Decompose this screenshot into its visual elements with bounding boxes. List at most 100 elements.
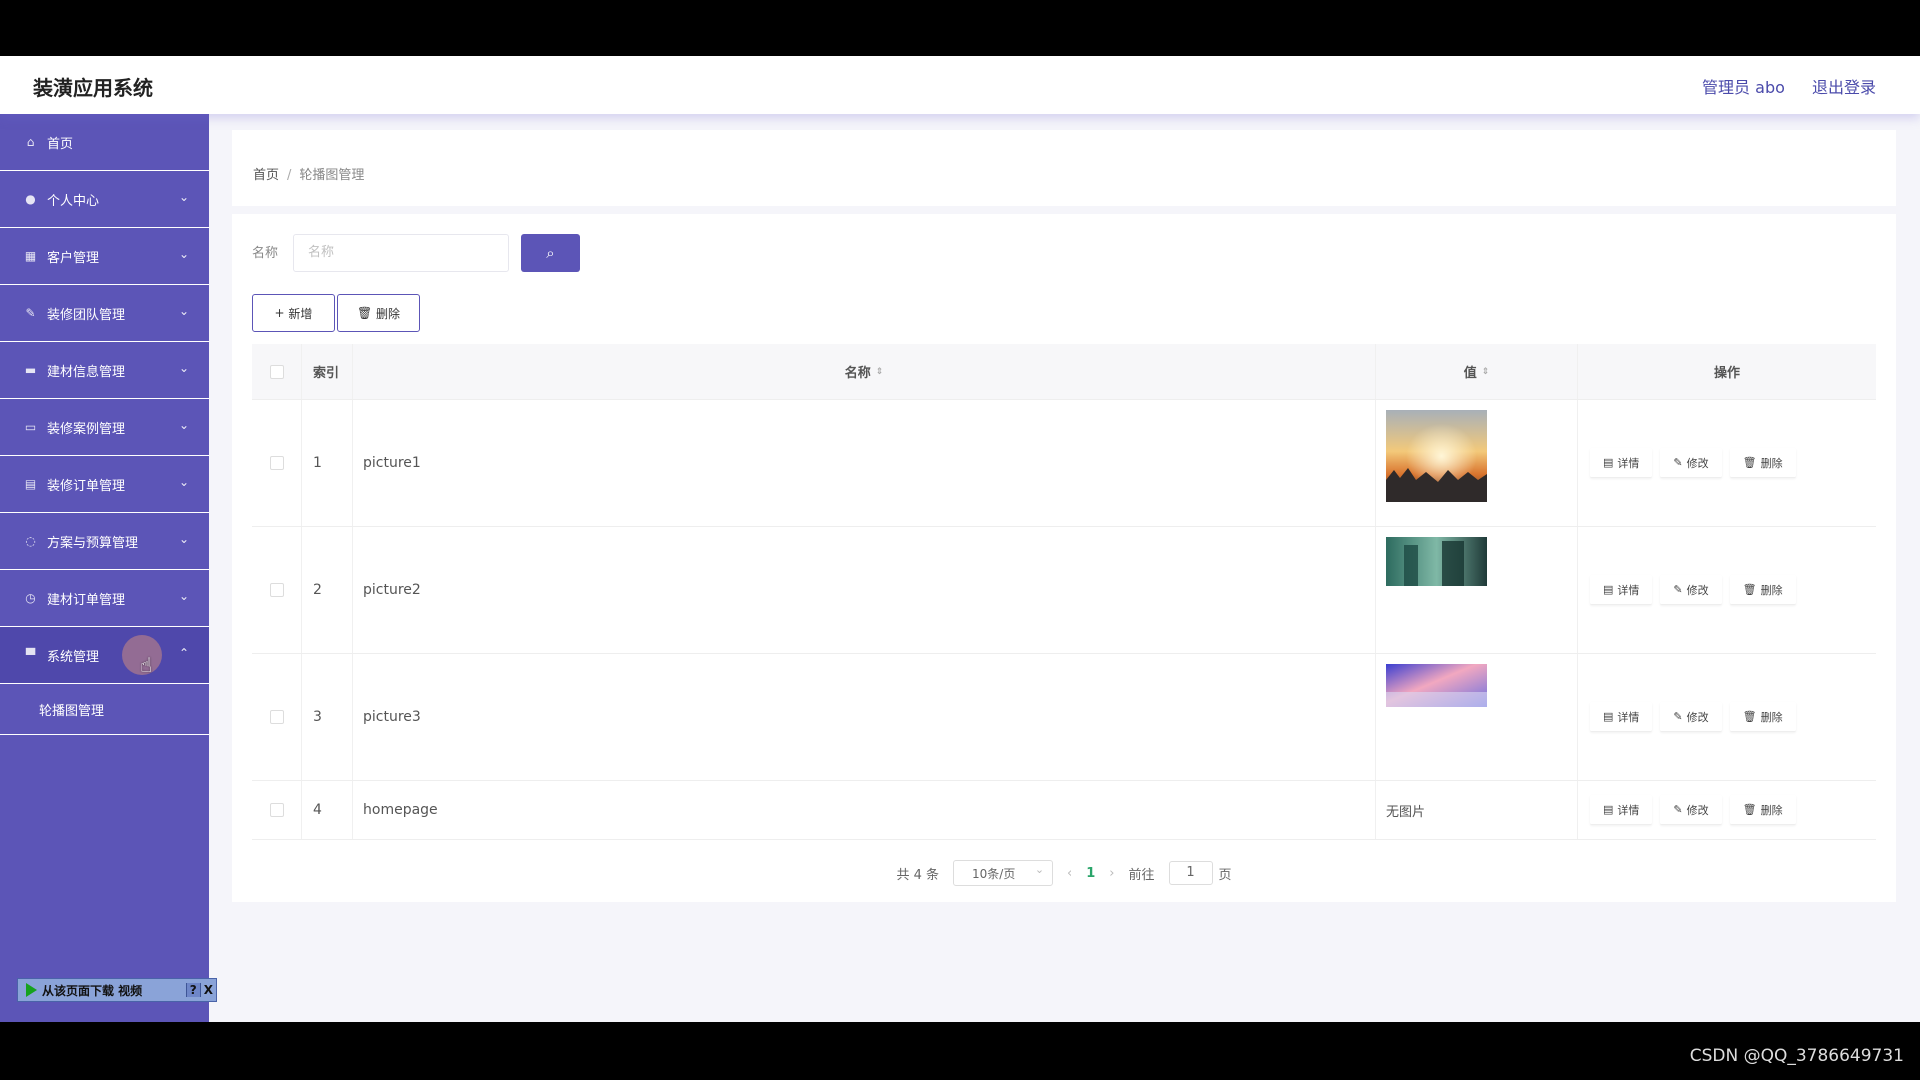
page-size-select[interactable]: 10条/页	[953, 860, 1054, 886]
row-checkbox[interactable]	[269, 583, 284, 597]
edit-button[interactable]: ✎ 修改	[1660, 575, 1722, 605]
delete-button[interactable]: 🗑 删除	[1729, 575, 1796, 605]
detail-button[interactable]: ▤ 详情	[1590, 702, 1653, 732]
edit-button-label: 修改	[1686, 456, 1709, 470]
batch-delete-button[interactable]: 🗑 删除	[337, 294, 420, 332]
sidebar-item-materials[interactable]: ▬ 建材信息管理 ⌄	[0, 342, 209, 399]
sidebar-subitem-carousel[interactable]: 轮播图管理	[0, 684, 209, 735]
clock-icon: ◷	[25, 591, 36, 605]
page-size-value: 10条/页	[972, 866, 1016, 881]
goto-page-input[interactable]: 1	[1168, 861, 1213, 885]
chevron-down-icon: ⌄	[178, 190, 189, 204]
search-button[interactable]: ⌕	[521, 234, 580, 272]
user-icon: ●	[25, 192, 36, 206]
add-button[interactable]: + 新增	[252, 294, 335, 332]
prev-page-icon[interactable]: ‹	[1067, 866, 1072, 881]
sidebar-item-home[interactable]: ⌂ 首页	[0, 114, 209, 171]
edit-button-label: 修改	[1686, 583, 1709, 597]
delete-button-label: 删除	[1760, 803, 1783, 817]
edit-button[interactable]: ✎ 修改	[1660, 702, 1722, 732]
sidebar-subitem-label: 轮播图管理	[39, 703, 105, 719]
sidebar-item-system[interactable]: ▀ 系统管理 ⌃ ☝	[0, 627, 209, 684]
sidebar-item-label: 建材信息管理	[47, 364, 126, 380]
video-download-bar[interactable]: 从该页面下载 视频 ? X	[17, 978, 217, 1002]
sidebar-item-label: 建材订单管理	[47, 592, 126, 608]
cell-index: 2	[302, 527, 353, 653]
close-icon[interactable]: X	[199, 983, 216, 997]
sidebar-item-material-orders[interactable]: ◷ 建材订单管理 ⌄	[0, 570, 209, 627]
trash-icon: 🗑	[356, 306, 377, 320]
delete-button-label: 删除	[376, 306, 401, 321]
cell-name: picture2	[353, 527, 1376, 653]
monitor-icon: ▀	[25, 648, 36, 662]
help-icon[interactable]: ?	[185, 983, 200, 997]
plus-icon: +	[274, 306, 289, 320]
breadcrumb-card: 首页 / 轮播图管理	[232, 130, 1896, 206]
select-all-checkbox[interactable]	[269, 364, 284, 379]
sidebar: ⌂ 首页 ● 个人中心 ⌄ ▦ 客户管理 ⌄ ✎ 装修团队管理 ⌄ ▬ 建材信息…	[0, 114, 209, 1022]
chevron-up-icon: ⌃	[178, 646, 189, 660]
detail-button-label: 详情	[1617, 803, 1640, 817]
search-icon: ⌕	[546, 244, 555, 262]
breadcrumb-home[interactable]: 首页	[253, 168, 279, 183]
breadcrumb-current: 轮播图管理	[299, 168, 365, 183]
table-header: 索引 名称 ⇕ 值 ⇕ 操作	[252, 344, 1876, 400]
row-checkbox[interactable]	[269, 710, 284, 724]
delete-button[interactable]: 🗑 删除	[1729, 795, 1796, 825]
edit-button[interactable]: ✎ 修改	[1660, 448, 1722, 478]
add-button-label: 新增	[288, 306, 313, 321]
briefcase-icon: ▭	[24, 420, 37, 434]
header-name[interactable]: 名称 ⇕	[353, 344, 1376, 399]
pagination: 共 4 条 10条/页 ‹ 1 › 前往 1 页	[232, 860, 1896, 886]
trash-icon: 🗑	[1742, 583, 1757, 596]
document-icon: ▤	[24, 477, 37, 491]
sidebar-item-customers[interactable]: ▦ 客户管理 ⌄	[0, 228, 209, 285]
row-checkbox[interactable]	[269, 456, 284, 470]
tools-icon: ✎	[25, 306, 36, 320]
current-user[interactable]: 管理员 abo	[1702, 78, 1785, 97]
total-count: 共 4 条	[896, 867, 940, 883]
cell-name: picture1	[353, 400, 1376, 526]
delete-button-label: 删除	[1760, 456, 1783, 470]
delete-button[interactable]: 🗑 删除	[1729, 448, 1796, 478]
thumbnail-image	[1386, 664, 1487, 707]
header-index: 索引	[302, 344, 353, 399]
edit-button[interactable]: ✎ 修改	[1660, 795, 1722, 825]
chevron-down-icon: ⌄	[178, 247, 189, 261]
document-icon: ▤	[1603, 583, 1614, 596]
next-page-icon[interactable]: ›	[1109, 866, 1114, 881]
table-row: 3 picture3 ▤ 详情 ✎ 修改 🗑 删除	[252, 654, 1876, 781]
sidebar-item-teams[interactable]: ✎ 装修团队管理 ⌄	[0, 285, 209, 342]
cell-value-text: 无图片	[1376, 781, 1578, 839]
header-value-label: 值	[1463, 366, 1477, 381]
chevron-down-icon: ⌄	[178, 475, 189, 489]
breadcrumb: 首页 / 轮播图管理	[253, 164, 364, 183]
box-icon: ▬	[24, 363, 37, 377]
detail-button[interactable]: ▤ 详情	[1590, 795, 1653, 825]
detail-button[interactable]: ▤ 详情	[1590, 448, 1653, 478]
sidebar-item-plans[interactable]: ◌ 方案与预算管理 ⌄	[0, 513, 209, 570]
watermark: CSDN @QQ_3786649731	[1689, 1046, 1904, 1066]
sort-icon[interactable]: ⇕	[1482, 367, 1490, 377]
detail-button[interactable]: ▤ 详情	[1590, 575, 1653, 605]
sidebar-item-cases[interactable]: ▭ 装修案例管理 ⌄	[0, 399, 209, 456]
content-card: 名称 名称 ⌕ + 新增 🗑 删除 索引 名称 ⇕ 值 ⇕ 操作 1 picture…	[232, 214, 1896, 902]
page-number[interactable]: 1	[1086, 866, 1095, 881]
table-row: 1 picture1 ▤ 详情 ✎ 修改 🗑 删除	[252, 400, 1876, 527]
sidebar-item-profile[interactable]: ● 个人中心 ⌄	[0, 171, 209, 228]
chevron-down-icon: ⌄	[178, 361, 189, 375]
sidebar-item-label: 方案与预算管理	[47, 535, 139, 551]
chevron-down-icon: ⌄	[178, 418, 189, 432]
delete-button[interactable]: 🗑 删除	[1729, 702, 1796, 732]
header-ops: 操作	[1713, 366, 1740, 381]
goto-label: 前往	[1128, 867, 1155, 883]
logout-link[interactable]: 退出登录	[1812, 78, 1876, 97]
sort-icon[interactable]: ⇕	[876, 367, 884, 377]
search-input[interactable]: 名称	[293, 234, 509, 272]
sidebar-item-orders[interactable]: ▤ 装修订单管理 ⌄	[0, 456, 209, 513]
header-value[interactable]: 值 ⇕	[1376, 344, 1578, 399]
trash-icon: 🗑	[1742, 710, 1757, 723]
row-checkbox[interactable]	[269, 803, 284, 817]
detail-button-label: 详情	[1617, 710, 1640, 724]
app-window: 装潢应用系统 管理员 abo 退出登录 ⌂ 首页 ● 个人中心 ⌄ ▦ 客户管理…	[0, 56, 1920, 1022]
